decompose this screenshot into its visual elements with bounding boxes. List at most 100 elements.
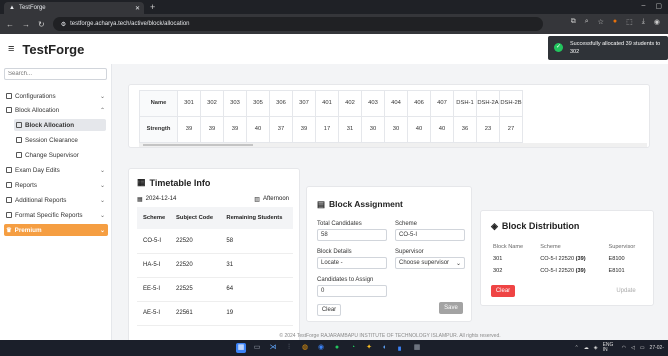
column-header: Supervisor (608, 244, 636, 250)
tab-close-icon[interactable]: ✕ (135, 5, 140, 12)
tray-language[interactable]: ENG IN (603, 343, 617, 353)
taskbar-vscode-icon[interactable]: ⋊ (268, 343, 278, 353)
candidates-to-assign-label: Candidates to Assign (317, 277, 374, 283)
taskbar-settings-icon[interactable]: ⫶ (284, 343, 294, 353)
chevron-down-icon: ⌄ (99, 182, 105, 189)
table-row[interactable]: HA-5-I 22520 31 (137, 253, 293, 278)
taskbar-app4-icon[interactable]: ▖ (396, 343, 406, 353)
tray-chevron-icon[interactable]: ⌃ (575, 345, 579, 351)
sidebar-search-input[interactable] (4, 68, 107, 80)
volume-icon[interactable]: ◁ (631, 345, 635, 351)
zoom-icon[interactable]: ⌕ (585, 18, 589, 26)
block-strength-cell: 39 (292, 116, 316, 143)
success-toast[interactable]: ✓ Successfully allocated 39 students to … (548, 36, 668, 60)
url-field[interactable]: ⚙ testforge.acharya.tech/active/block/al… (52, 17, 543, 31)
back-icon[interactable]: ← (6, 20, 14, 29)
column-header: Scheme (540, 244, 561, 250)
timetable-shift: ▥ Afternoon (254, 196, 289, 203)
battery-icon[interactable]: ▭ (640, 345, 645, 351)
block-assignment-card: ▤ Block Assignment Total Candidates 58 S… (306, 186, 472, 322)
reload-icon[interactable]: ↻ (38, 20, 45, 29)
table-row[interactable]: CO-5-I 22520 58 (137, 229, 293, 254)
toast-message: Successfully allocated 39 students to 30… (570, 41, 661, 55)
clear-button[interactable]: Clear (317, 304, 341, 316)
block-distribution-title: ◈ Block Distribution (491, 221, 579, 232)
taskbar-chrome-icon[interactable]: ◍ (300, 343, 310, 353)
sidebar-item-reports[interactable]: Reports ⌄ (4, 179, 108, 191)
tray-date[interactable]: 27-02- (650, 345, 664, 351)
supervisor-label: Supervisor (395, 249, 424, 255)
taskbar-explorer-icon[interactable]: ✦ (364, 343, 374, 353)
taskbar-app5-icon[interactable]: ▦ (412, 343, 422, 353)
timetable-title: ▦ Timetable Info (137, 177, 210, 188)
document-icon (16, 137, 22, 143)
profile-icon[interactable]: ◉ (654, 18, 660, 26)
sidebar-item-format-specific-reports[interactable]: Format Specific Reports ⌄ (4, 209, 108, 221)
windows-start-icon[interactable]: ▦ (236, 343, 246, 353)
window-controls: – ▢ (641, 2, 662, 10)
supervisor-cell: E8100 (608, 256, 625, 262)
total-candidates-field[interactable]: 58 (317, 229, 387, 241)
sidebar-item-configurations[interactable]: Configurations ⌄ (4, 90, 108, 102)
taskbar-app-icon[interactable]: ◉ (316, 343, 326, 353)
scrollbar-thumb[interactable] (143, 144, 253, 146)
bookmark-star-icon[interactable]: ☆ (598, 18, 604, 26)
block-strength-cell: 40 (407, 116, 431, 143)
download-icon[interactable]: ⤓ (642, 18, 645, 26)
taskbar-app2-icon[interactable]: ◔ (348, 343, 358, 353)
forward-icon[interactable]: → (22, 20, 30, 29)
sidebar-item-additional-reports[interactable]: Additional Reports ⌄ (4, 194, 108, 206)
timetable-title-text: Timetable Info (149, 177, 211, 188)
sidebar-subitem-change-supervisor[interactable]: Change Supervisor (14, 149, 106, 161)
tab-favicon-icon: ▲ (9, 5, 15, 11)
restore-icon[interactable]: ▢ (655, 2, 662, 10)
block-name-cell: DSH-2A (476, 90, 500, 117)
scheme-text: CO-5-I 22520 (540, 268, 575, 274)
site-info-icon[interactable]: ⚙ (61, 21, 66, 28)
hamburger-menu-icon[interactable]: ≡ (8, 43, 14, 55)
supervisor-select[interactable]: Choose supervisor ⌄ (395, 257, 465, 269)
table-row[interactable]: 302 CO-5-I 22520 (39) E8101 (489, 265, 647, 277)
taskbar-whatsapp-icon[interactable]: ● (332, 343, 342, 353)
taskbar-search-icon[interactable]: ▭ (252, 343, 262, 353)
new-tab-icon[interactable]: + (150, 2, 155, 12)
folder-icon (6, 93, 12, 99)
translate-icon[interactable]: ⧉ (571, 18, 576, 26)
candidates-to-assign-input[interactable]: 0 (317, 285, 387, 297)
save-button[interactable]: Save (439, 302, 463, 314)
calendar-icon: ▦ (137, 177, 146, 187)
table-row[interactable]: EE-5-I 22525 64 (137, 277, 293, 302)
column-header: Block Name (493, 244, 524, 250)
sidebar-item-exam-day-edits[interactable]: Exam Day Edits ⌄ (4, 164, 108, 176)
allocation-summary-card: Name 301 302 303 305 306 307 401 402 403 404 406 40… (128, 84, 650, 148)
chevron-up-icon: ⌃ (99, 107, 105, 114)
block-name-cell: 302 (200, 90, 224, 117)
table-row[interactable]: 301 CO-5-I 22520 (39) E8100 (489, 253, 647, 265)
total-candidates-label: Total Candidates (317, 221, 362, 227)
minimize-icon[interactable]: – (641, 2, 645, 10)
scheme-field[interactable]: CO-5-I (395, 229, 465, 241)
sidebar-subitem-session-clearance[interactable]: Session Clearance (14, 134, 106, 146)
horizontal-scrollbar[interactable] (139, 143, 647, 147)
table-row[interactable]: AE-5-I 22561 19 (137, 301, 293, 326)
block-details-select[interactable]: Locate - (317, 257, 387, 269)
block-name-cell: 402 (338, 90, 362, 117)
sidebar-item-premium[interactable]: ♛ Premium ⌄ (4, 224, 108, 236)
wifi-icon[interactable]: ◠ (622, 345, 626, 351)
tray-app-icon[interactable]: ◈ (594, 345, 598, 351)
extension-icon[interactable]: ● (613, 18, 617, 26)
extensions-puzzle-icon[interactable]: ⬚ (626, 18, 633, 26)
remaining-cell: 64 (220, 277, 293, 302)
browser-tab[interactable]: ▲ TestForge ✕ (4, 2, 144, 14)
allocation-table: Name 301 302 303 305 306 307 401 402 403 404 406 40… (139, 90, 523, 143)
block-name-cell: 307 (292, 90, 316, 117)
sidebar-subitem-block-allocation[interactable]: Block Allocation (14, 119, 106, 131)
sidebar-item-block-allocation[interactable]: Block Allocation ⌃ (4, 104, 108, 116)
update-button[interactable]: Update (611, 285, 641, 297)
taskbar-app3-icon[interactable]: ◐ (380, 343, 390, 353)
block-strength-cell: 30 (384, 116, 408, 143)
block-strength-cell: 39 (177, 116, 201, 143)
tray-cloud-icon[interactable]: ☁ (584, 345, 589, 351)
supervisor-cell: E8101 (608, 268, 625, 274)
distribution-clear-button[interactable]: Clear (491, 285, 515, 297)
